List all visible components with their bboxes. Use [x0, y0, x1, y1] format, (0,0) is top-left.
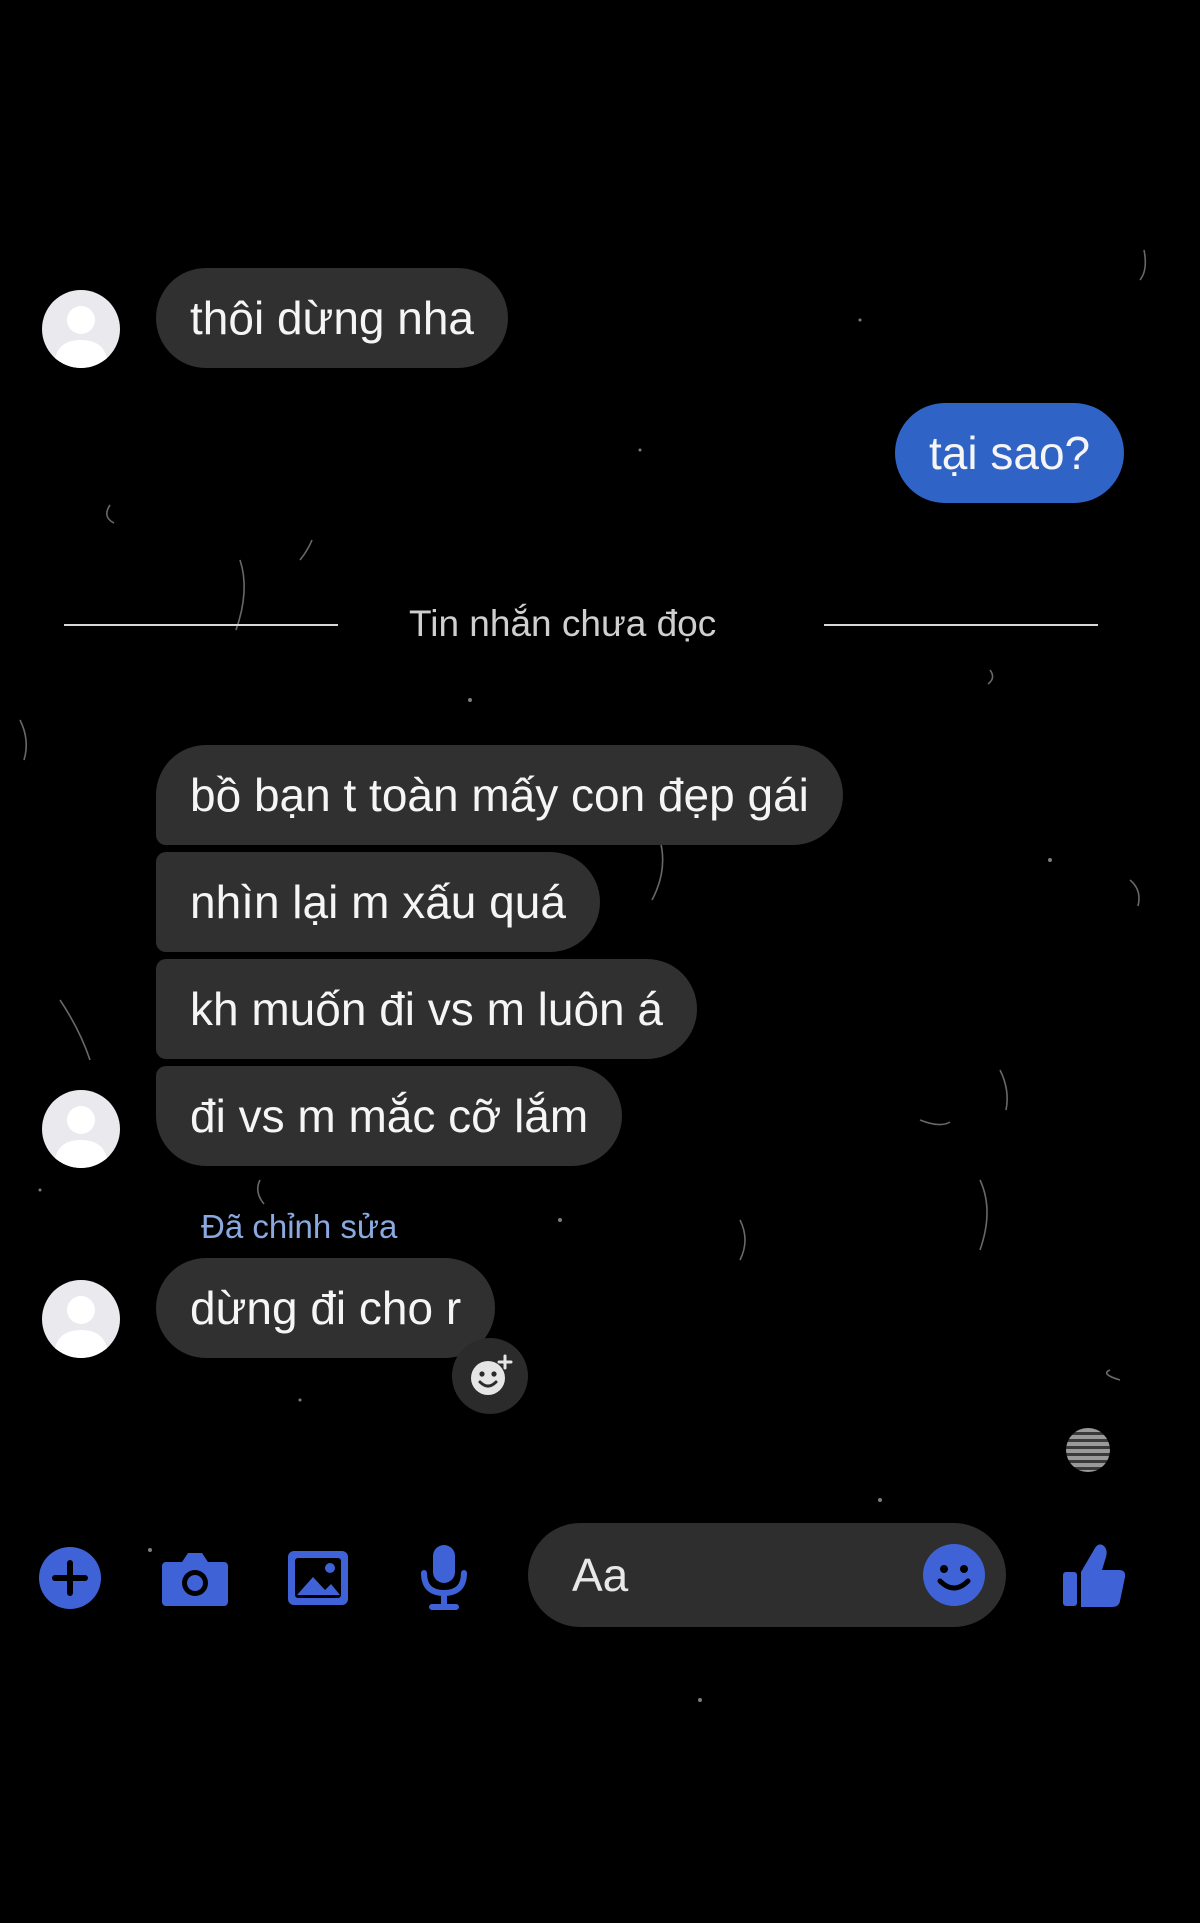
- message-input[interactable]: Aa: [528, 1523, 1006, 1627]
- like-button[interactable]: [1060, 1540, 1128, 1612]
- emoji-icon: [923, 1544, 985, 1606]
- gallery-button[interactable]: [286, 1546, 350, 1610]
- microphone-icon: [421, 1545, 467, 1610]
- contact-avatar[interactable]: [42, 290, 120, 368]
- message-bubble-outgoing[interactable]: tại sao?: [895, 403, 1125, 503]
- message-bubble-incoming[interactable]: thôi dừng nha: [156, 268, 509, 368]
- default-avatar-icon: [54, 1296, 108, 1358]
- image-icon: [288, 1551, 348, 1605]
- message-input-placeholder: Aa: [572, 1549, 629, 1601]
- message-bubble-incoming[interactable]: kh muốn đi vs m luôn á: [156, 959, 698, 1059]
- add-button[interactable]: [38, 1546, 102, 1610]
- divider-line-right: [824, 624, 1098, 626]
- plus-icon: [39, 1547, 101, 1609]
- seen-avatar-indicator: [1066, 1428, 1110, 1472]
- message-bubble-incoming[interactable]: đi vs m mắc cỡ lắm: [156, 1066, 623, 1166]
- edited-label: Đã chỉnh sửa: [201, 1208, 398, 1245]
- add-reaction-icon: [471, 1354, 513, 1395]
- message-bubble-incoming[interactable]: nhìn lại m xấu quá: [156, 852, 600, 952]
- add-reaction-button[interactable]: [452, 1338, 528, 1414]
- default-avatar-icon: [54, 306, 108, 368]
- message-bubble-incoming[interactable]: bồ bạn t toàn mấy con đẹp gái: [156, 745, 843, 845]
- message-bubble-incoming[interactable]: dừng đi cho r: [156, 1258, 496, 1358]
- voice-button[interactable]: [412, 1542, 476, 1612]
- unread-divider-label: Tin nhắn chưa đọc: [409, 603, 717, 644]
- divider-line-left: [64, 624, 338, 626]
- camera-icon: [162, 1553, 228, 1606]
- thumbs-up-icon: [1063, 1544, 1126, 1607]
- default-avatar-icon: [54, 1106, 108, 1168]
- contact-avatar[interactable]: [42, 1090, 120, 1168]
- emoji-button[interactable]: [922, 1543, 986, 1607]
- contact-avatar[interactable]: [42, 1280, 120, 1358]
- camera-button[interactable]: [160, 1546, 230, 1610]
